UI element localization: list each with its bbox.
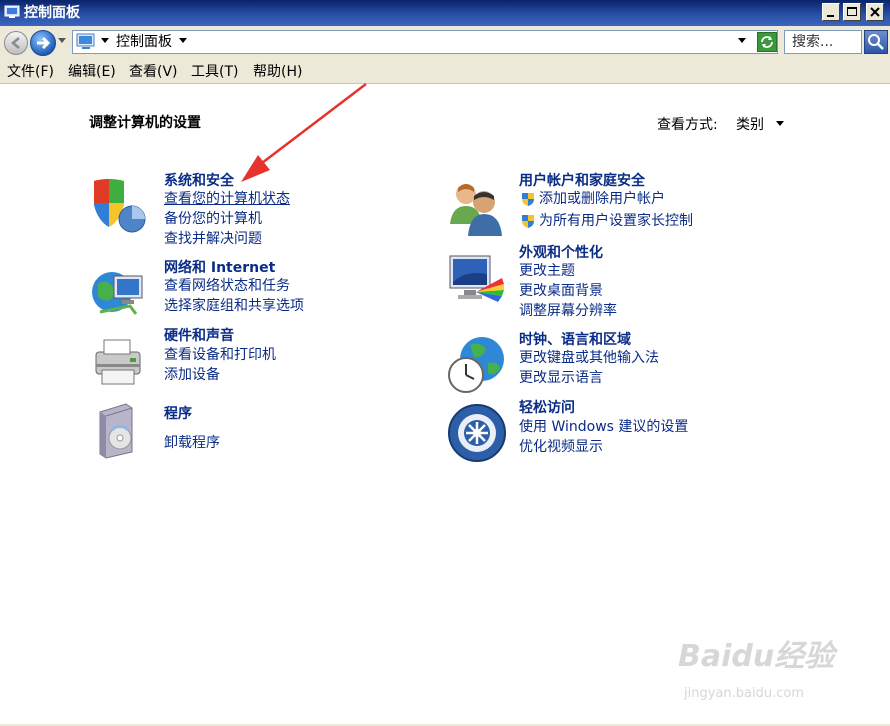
printer-icon[interactable] <box>90 332 152 392</box>
menu-help[interactable]: 帮助(H) <box>253 63 302 81</box>
forward-arrow-icon <box>37 36 51 50</box>
link-homegroup-sharing[interactable]: 选择家庭组和共享选项 <box>164 296 304 316</box>
recent-pages-dropdown[interactable] <box>58 38 66 46</box>
chevron-down-icon <box>58 38 66 43</box>
chevron-down-icon[interactable] <box>101 38 109 43</box>
maximize-icon <box>847 7 857 16</box>
link-windows-suggested-settings[interactable]: 使用 Windows 建议的设置 <box>519 417 688 437</box>
link-keyboard-input[interactable]: 更改键盘或其他输入法 <box>519 348 659 368</box>
watermark-brand: Baidu经验 <box>678 639 835 674</box>
link-view-computer-status[interactable]: 查看您的计算机状态 <box>164 189 290 209</box>
watermark-url: jingyan.baidu.com <box>684 686 804 701</box>
refresh-icon <box>761 36 773 48</box>
category-clock-language-region[interactable]: 时钟、语言和区域 <box>519 331 631 349</box>
category-network-internet[interactable]: 网络和 Internet <box>164 259 275 277</box>
menu-view[interactable]: 查看(V) <box>129 63 178 81</box>
link-uninstall-program[interactable]: 卸载程序 <box>164 433 220 453</box>
category-system-security[interactable]: 系统和安全 <box>164 172 234 190</box>
link-desktop-background[interactable]: 更改桌面背景 <box>519 281 603 301</box>
monitor-palette-icon[interactable] <box>446 252 508 310</box>
category-user-accounts[interactable]: 用户帐户和家庭安全 <box>519 172 645 190</box>
back-button[interactable] <box>4 31 28 55</box>
category-hardware-sound[interactable]: 硬件和声音 <box>164 327 234 345</box>
forward-button[interactable] <box>30 30 56 56</box>
refresh-button[interactable] <box>757 32 777 52</box>
link-network-status[interactable]: 查看网络状态和任务 <box>164 276 290 296</box>
link-optimize-display[interactable]: 优化视频显示 <box>519 437 603 457</box>
page-title: 调整计算机的设置 <box>89 115 201 131</box>
address-location[interactable]: 控制面板 <box>116 33 172 51</box>
category-programs[interactable]: 程序 <box>164 405 192 423</box>
view-by-label: 查看方式: <box>657 117 718 133</box>
shield-icon[interactable] <box>90 175 152 235</box>
users-icon[interactable] <box>446 178 508 236</box>
clock-globe-icon[interactable] <box>446 333 508 395</box>
search-placeholder: 搜索... <box>792 34 834 50</box>
minimize-button[interactable] <box>822 3 840 21</box>
chevron-down-icon[interactable] <box>776 121 784 126</box>
ease-of-access-icon[interactable] <box>447 402 509 464</box>
link-backup-computer[interactable]: 备份您的计算机 <box>164 209 262 229</box>
link-add-remove-accounts[interactable]: 添加或删除用户帐户 <box>539 189 665 209</box>
link-parental-controls[interactable]: 为所有用户设置家长控制 <box>539 211 693 231</box>
control-panel-icon <box>4 5 20 18</box>
search-icon <box>868 34 884 50</box>
link-display-language[interactable]: 更改显示语言 <box>519 368 603 388</box>
view-by-dropdown[interactable]: 类别 <box>736 116 764 134</box>
minimize-icon <box>827 15 834 17</box>
network-globe-icon[interactable] <box>90 262 152 322</box>
link-devices-printers[interactable]: 查看设备和打印机 <box>164 345 276 365</box>
control-panel-icon <box>76 33 95 49</box>
link-change-theme[interactable]: 更改主题 <box>519 261 575 281</box>
back-arrow-icon <box>11 37 20 49</box>
link-add-device[interactable]: 添加设备 <box>164 365 220 385</box>
uac-shield-icon <box>522 215 534 228</box>
menu-tools[interactable]: 工具(T) <box>191 63 238 81</box>
category-ease-of-access[interactable]: 轻松访问 <box>519 399 575 417</box>
maximize-button[interactable] <box>843 3 861 21</box>
uac-shield-icon <box>522 193 534 206</box>
address-field[interactable] <box>72 30 778 54</box>
close-button[interactable] <box>866 3 884 21</box>
title-bar[interactable] <box>0 0 890 26</box>
link-troubleshoot[interactable]: 查找并解决问题 <box>164 229 262 249</box>
window-title: 控制面板 <box>24 5 80 21</box>
chevron-down-icon[interactable] <box>179 38 187 43</box>
programs-box-icon[interactable] <box>92 400 150 460</box>
address-history-dropdown[interactable] <box>738 38 746 43</box>
menu-file[interactable]: 文件(F) <box>7 63 54 81</box>
search-button[interactable] <box>864 30 888 54</box>
link-screen-resolution[interactable]: 调整屏幕分辨率 <box>519 301 617 321</box>
close-icon <box>870 7 880 17</box>
category-appearance[interactable]: 外观和个性化 <box>519 244 603 262</box>
menu-edit[interactable]: 编辑(E) <box>68 63 116 81</box>
